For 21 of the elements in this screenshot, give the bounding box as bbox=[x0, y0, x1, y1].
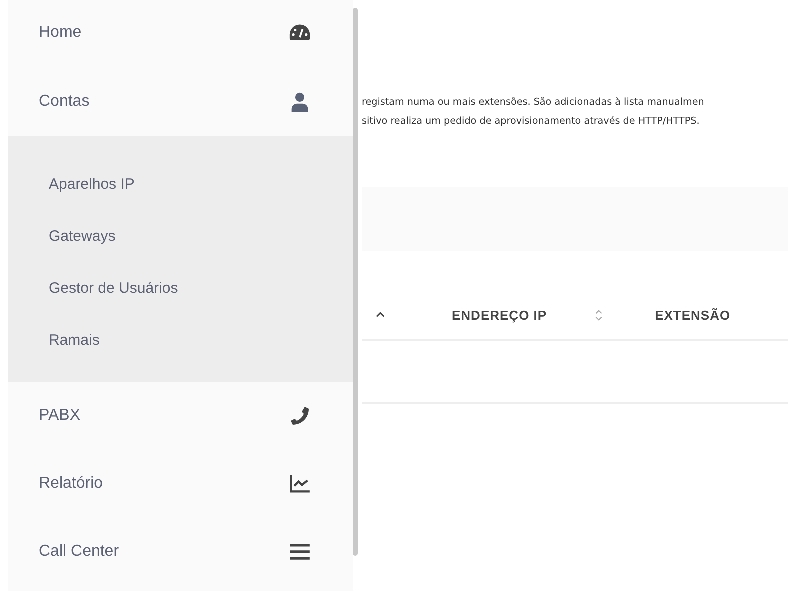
phone-icon bbox=[289, 406, 311, 426]
gauge-icon bbox=[289, 23, 311, 43]
submenu-item[interactable]: Gestor de Usuários bbox=[8, 262, 353, 314]
sidebar-item[interactable]: Call Center bbox=[8, 518, 353, 586]
menu-icon bbox=[289, 542, 311, 562]
sidebar-item[interactable]: PABX bbox=[8, 382, 353, 450]
description-text: registam numa ou mais extensões. São adicionadas à lista manualmen bbox=[362, 97, 706, 110]
submenu-item[interactable]: Ramais bbox=[8, 314, 353, 366]
user-icon bbox=[289, 92, 311, 112]
column-header[interactable]: EXTENSÃO bbox=[655, 308, 731, 322]
description-text: sitivo realiza um pedido de aprovisionamento através de HTTP/HTTPS. bbox=[362, 116, 701, 129]
sidebar-item[interactable]: Relatório bbox=[8, 450, 353, 518]
sort-up-icon[interactable] bbox=[376, 312, 385, 318]
sidebar-item[interactable]: Home bbox=[8, 0, 353, 68]
scrollbar[interactable] bbox=[353, 8, 358, 556]
submenu-item[interactable]: Gateways bbox=[8, 210, 353, 262]
line-chart-icon bbox=[289, 474, 311, 494]
submenu-item[interactable]: Aparelhos IP bbox=[8, 158, 353, 210]
column-header[interactable]: ENDEREÇO IP bbox=[452, 308, 548, 322]
sort-icon[interactable] bbox=[595, 308, 604, 322]
sidebar-item[interactable]: Contas bbox=[8, 68, 353, 136]
